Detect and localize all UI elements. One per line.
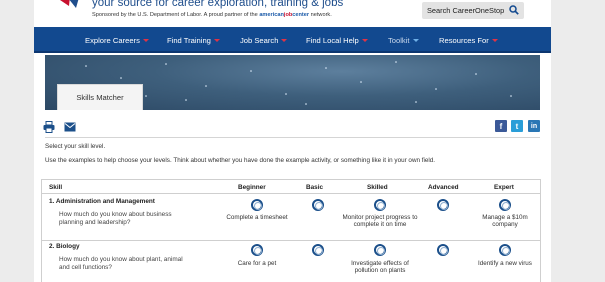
radio-advanced[interactable] — [437, 244, 449, 256]
skill-title: 1. Administration and Management — [49, 198, 155, 205]
skills-table: Skill Beginner Basic Skilled Advanced Ex… — [41, 179, 541, 282]
page-title-tab: Skills Matcher — [57, 84, 143, 110]
nav-toolkit[interactable]: Toolkit — [388, 27, 419, 53]
skill-question: How much do you know about plant, animal… — [59, 256, 183, 271]
site-tagline: your source for career exploration, trai… — [92, 0, 344, 9]
sponsor-suffix: network. — [310, 12, 332, 18]
search-label: Search CareerOneStop — [427, 6, 505, 15]
page: your source for career exploration, trai… — [34, 0, 551, 282]
sponsor-line: Sponsored by the U.S. Department of Labo… — [92, 12, 332, 18]
radio-advanced[interactable] — [437, 199, 449, 211]
example-beginner: Complete a timesheet — [226, 214, 288, 221]
radio-beginner[interactable] — [251, 244, 263, 256]
column-header-skill: Skill — [49, 184, 63, 191]
example-expert: Manage a $10m company — [482, 214, 528, 229]
radio-basic[interactable] — [312, 244, 324, 256]
search-careeronestop-button[interactable]: Search CareerOneStop — [422, 2, 524, 19]
radio-skilled[interactable] — [374, 199, 386, 211]
search-icon — [509, 5, 519, 15]
nav-label: Explore Careers — [85, 35, 140, 45]
column-header-basic: Basic — [306, 184, 324, 191]
chevron-down-icon — [281, 39, 288, 42]
print-icon[interactable] — [43, 121, 55, 133]
column-header-advanced: Advanced — [428, 184, 459, 191]
ajc-part-3: center — [292, 12, 310, 18]
example-skilled: Investigate effects of pollution on plan… — [351, 260, 409, 275]
nav-find-local-help[interactable]: Find Local Help — [306, 27, 368, 53]
nav-resources-for[interactable]: Resources For — [439, 27, 498, 53]
divider — [45, 137, 540, 138]
nav-find-training[interactable]: Find Training — [167, 27, 220, 53]
ajc-part-1: american — [259, 12, 284, 18]
american-job-center-link[interactable]: americanjobcenter — [259, 12, 309, 18]
sponsor-prefix: Sponsored by the U.S. Department of Labo… — [92, 12, 258, 18]
radio-expert[interactable] — [499, 244, 511, 256]
chevron-down-icon — [142, 39, 149, 42]
chevron-down-icon — [491, 39, 498, 42]
skill-question: How much do you know about business plan… — [59, 211, 172, 226]
column-header-expert: Expert — [494, 184, 514, 191]
instruction-detail-text: Use the examples to help choose your lev… — [45, 157, 436, 164]
radio-basic[interactable] — [312, 199, 324, 211]
careeronestop-logo[interactable] — [58, 0, 84, 14]
nav-label: Find Training — [167, 35, 211, 45]
radio-skilled[interactable] — [374, 244, 386, 256]
main-nav: Explore Careers Find Training Job Search… — [34, 27, 551, 53]
nav-label: Resources For — [439, 35, 489, 45]
chevron-down-icon — [412, 39, 419, 42]
header-divider — [42, 193, 540, 194]
radio-expert[interactable] — [499, 199, 511, 211]
example-expert: Identify a new virus — [478, 260, 532, 267]
example-skilled: Monitor project progress to complete it … — [342, 214, 418, 229]
facebook-icon[interactable]: f — [495, 120, 507, 132]
nav-label: Job Search — [240, 35, 279, 45]
radio-beginner[interactable] — [251, 199, 263, 211]
chevron-down-icon — [361, 39, 368, 42]
column-header-skilled: Skilled — [367, 184, 388, 191]
column-header-beginner: Beginner — [238, 184, 266, 191]
example-beginner: Care for a pet — [237, 260, 277, 267]
nav-label: Find Local Help — [306, 35, 359, 45]
instruction-text: Select your skill level. — [45, 143, 106, 150]
row-divider — [42, 240, 540, 241]
skill-title: 2. Biology — [49, 243, 80, 250]
nav-job-search[interactable]: Job Search — [240, 27, 288, 53]
nav-explore-careers[interactable]: Explore Careers — [85, 27, 149, 53]
twitter-icon[interactable]: t — [511, 120, 523, 132]
linkedin-icon[interactable]: in — [528, 120, 540, 132]
chevron-down-icon — [213, 39, 220, 42]
email-icon[interactable] — [64, 122, 76, 132]
nav-label: Toolkit — [388, 35, 410, 45]
